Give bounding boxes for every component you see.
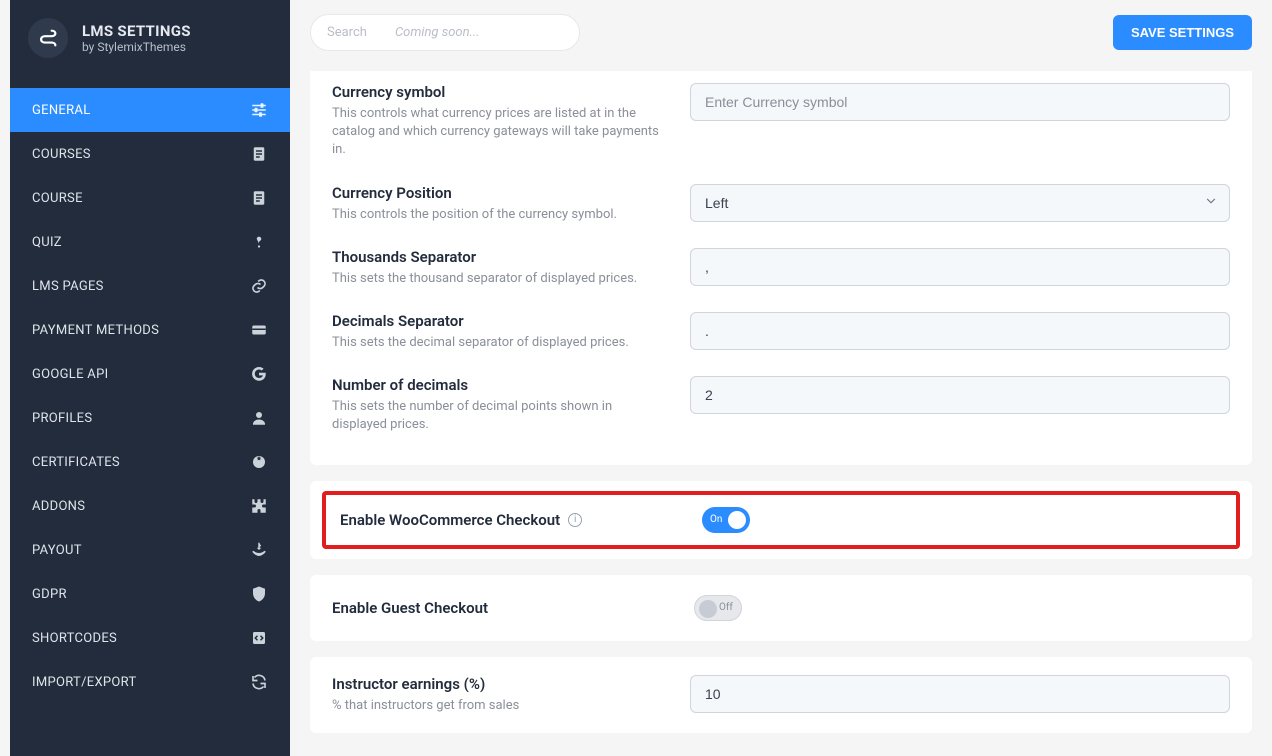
search-label: Search	[327, 25, 367, 40]
enable-woo-toggle[interactable]: On	[702, 507, 750, 533]
toggle-knob	[728, 511, 746, 529]
currency-position-select[interactable]	[690, 184, 1230, 222]
search-box[interactable]: Search Coming soon...	[310, 14, 580, 51]
badge-icon	[250, 453, 268, 471]
sidebar-item-general[interactable]: GENERAL	[10, 88, 290, 132]
sidebar-item-courses[interactable]: COURSES	[10, 132, 290, 176]
instructor-earnings-input[interactable]	[690, 675, 1230, 713]
code-icon	[250, 629, 268, 647]
sidebar-item-profiles[interactable]: PROFILES	[10, 396, 290, 440]
decimals-separator-input[interactable]	[690, 312, 1230, 350]
row-decimals-separator: Decimals Separator This sets the decimal…	[332, 300, 1230, 364]
sidebar-item-certificates[interactable]: CERTIFICATES	[10, 440, 290, 484]
sidebar-item-quiz[interactable]: QUIZ	[10, 220, 290, 264]
shield-icon	[250, 585, 268, 603]
doc-icon	[250, 145, 268, 163]
sidebar-item-label: CERTIFICATES	[32, 455, 120, 470]
card-icon	[250, 321, 268, 339]
sidebar-item-label: GDPR	[32, 587, 67, 602]
sidebar-item-lms-pages[interactable]: LMS PAGES	[10, 264, 290, 308]
sidebar-item-label: IMPORT/EXPORT	[32, 675, 137, 690]
row-currency-symbol: Currency symbol This controls what curre…	[332, 71, 1230, 172]
main: Search Coming soon... SAVE SETTINGS Curr…	[290, 0, 1272, 756]
toggle-off-label: Off	[719, 602, 733, 613]
save-settings-button[interactable]: SAVE SETTINGS	[1113, 15, 1252, 50]
sidebar-item-label: PAYMENT METHODS	[32, 323, 159, 338]
enable-guest-toggle[interactable]: Off	[694, 595, 742, 621]
payout-icon	[250, 541, 268, 559]
sidebar-header: LMS SETTINGS by StylemixThemes	[10, 0, 290, 76]
thousands-separator-desc: This sets the thousand separator of disp…	[332, 270, 662, 288]
guest-checkout-card: Enable Guest Checkout Off	[310, 575, 1252, 641]
row-currency-position: Currency Position This controls the posi…	[332, 172, 1230, 236]
number-of-decimals-desc: This sets the number of decimal points s…	[332, 398, 662, 434]
number-of-decimals-input[interactable]	[690, 376, 1230, 414]
sidebar-item-payout[interactable]: PAYOUT	[10, 528, 290, 572]
sidebar-nav: GENERAL COURSES COURSE QUIZ LMS PAGES PAYMENT…	[10, 76, 290, 716]
enable-guest-title: Enable Guest Checkout	[332, 599, 488, 617]
link-icon	[250, 277, 268, 295]
sidebar-item-label: LMS PAGES	[32, 279, 104, 294]
instructor-earnings-title: Instructor earnings (%)	[332, 675, 662, 693]
sidebar-item-payment-methods[interactable]: PAYMENT METHODS	[10, 308, 290, 352]
question-icon	[250, 233, 268, 251]
woo-checkout-card: Enable WooCommerce Checkout i On	[310, 481, 1252, 559]
app-title: LMS SETTINGS	[82, 22, 191, 40]
highlight-box: Enable WooCommerce Checkout i On	[322, 491, 1240, 549]
sidebar-item-label: SHORTCODES	[32, 631, 117, 646]
sidebar-item-label: ADDONS	[32, 499, 85, 514]
sidebar-item-addons[interactable]: ADDONS	[10, 484, 290, 528]
user-icon	[250, 409, 268, 427]
currency-symbol-desc: This controls what currency prices are l…	[332, 105, 662, 160]
app-logo	[28, 18, 68, 58]
currency-settings-card: Currency symbol This controls what curre…	[310, 71, 1252, 465]
enable-woo-title: Enable WooCommerce Checkout	[340, 511, 560, 529]
sidebar-item-label: QUIZ	[32, 235, 62, 250]
refresh-icon	[250, 673, 268, 691]
search-placeholder: Coming soon...	[395, 25, 563, 40]
currency-symbol-title: Currency symbol	[332, 83, 662, 101]
sidebar-item-shortcodes[interactable]: SHORTCODES	[10, 616, 290, 660]
instructor-earnings-desc: % that instructors get from sales	[332, 697, 662, 715]
sidebar-item-label: PAYOUT	[32, 543, 82, 558]
sidebar-item-label: COURSE	[32, 191, 83, 206]
sidebar-item-label: COURSES	[32, 147, 91, 162]
sidebar: LMS SETTINGS by StylemixThemes GENERAL CO…	[10, 0, 290, 756]
currency-position-desc: This controls the position of the curren…	[332, 206, 662, 224]
sidebar-item-import-export[interactable]: IMPORT/EXPORT	[10, 660, 290, 704]
row-instructor-earnings: Instructor earnings (%) % that instructo…	[332, 675, 1230, 715]
toggle-on-label: On	[710, 514, 722, 525]
sidebar-item-label: PROFILES	[32, 411, 92, 426]
sidebar-item-gdpr[interactable]: GDPR	[10, 572, 290, 616]
info-icon[interactable]: i	[568, 513, 582, 527]
number-of-decimals-title: Number of decimals	[332, 376, 662, 394]
doc-icon	[250, 189, 268, 207]
google-icon	[250, 365, 268, 383]
sliders-icon	[250, 101, 268, 119]
sidebar-item-label: GENERAL	[32, 103, 91, 118]
toggle-knob	[699, 600, 717, 618]
app-subtitle: by StylemixThemes	[82, 40, 191, 54]
thousands-separator-input[interactable]	[690, 248, 1230, 286]
sidebar-item-label: GOOGLE API	[32, 367, 108, 382]
decimals-separator-title: Decimals Separator	[332, 312, 662, 330]
sidebar-item-google-api[interactable]: GOOGLE API	[10, 352, 290, 396]
instructor-earnings-card: Instructor earnings (%) % that instructo…	[310, 657, 1252, 733]
decimals-separator-desc: This sets the decimal separator of displ…	[332, 334, 662, 352]
sidebar-item-course[interactable]: COURSE	[10, 176, 290, 220]
row-number-of-decimals: Number of decimals This sets the number …	[332, 364, 1230, 446]
topbar: Search Coming soon... SAVE SETTINGS	[310, 0, 1252, 71]
puzzle-icon	[250, 497, 268, 515]
row-thousands-separator: Thousands Separator This sets the thousa…	[332, 236, 1230, 300]
currency-symbol-input[interactable]	[690, 83, 1230, 121]
currency-position-title: Currency Position	[332, 184, 662, 202]
thousands-separator-title: Thousands Separator	[332, 248, 662, 266]
